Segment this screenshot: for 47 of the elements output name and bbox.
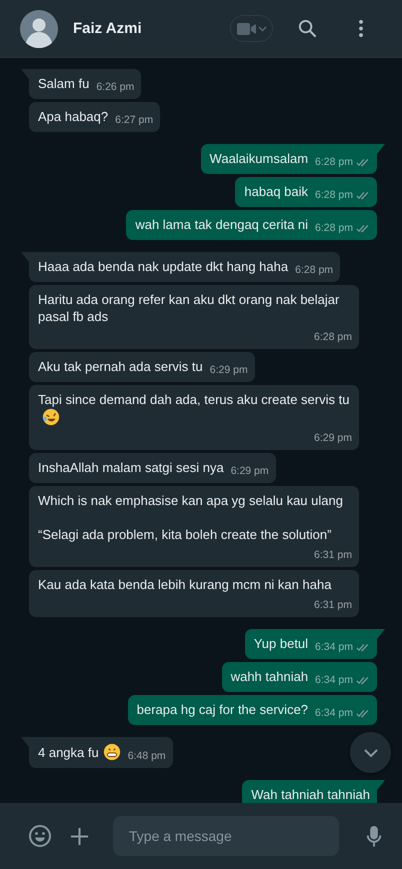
message-time: 6:28 pm bbox=[315, 221, 353, 236]
message-text: Wah tahniah tahniah bbox=[251, 787, 370, 802]
message-time: 6:34 pm bbox=[315, 706, 353, 721]
message-input[interactable]: Type a message bbox=[113, 816, 339, 856]
video-camera-icon bbox=[236, 22, 266, 36]
microphone-icon[interactable] bbox=[366, 824, 382, 848]
message-text: wahh tahniah bbox=[230, 669, 308, 684]
message-text: Which is nak emphasise kan apa yg selalu kau ulang “Selagi ada problem, kita boleh create the solution” bbox=[38, 493, 343, 542]
message-time: 6:28 pm bbox=[295, 263, 334, 278]
contact-name[interactable]: Faiz Azmi bbox=[73, 20, 230, 37]
message-text: Tapi since demand dah ada, terus aku create servis tu bbox=[38, 392, 350, 407]
scroll-down-button[interactable] bbox=[350, 732, 391, 773]
message-time: 6:26 pm bbox=[96, 80, 134, 95]
message-text: Aku tak pernah ada servis tu bbox=[38, 359, 203, 374]
message-time: 6:29 pm bbox=[230, 464, 269, 479]
search-icon[interactable] bbox=[298, 19, 317, 38]
message-time: 6:31 pm bbox=[314, 598, 352, 613]
message-text: Yup betul bbox=[254, 636, 308, 651]
grinning-emoji-icon bbox=[102, 743, 121, 761]
message-text: wah lama tak dengaq cerita ni bbox=[135, 217, 308, 232]
smiley-icon[interactable] bbox=[28, 824, 52, 848]
avatar[interactable] bbox=[20, 10, 58, 48]
message-text: Haaa ada benda nak update dkt hang haha bbox=[38, 259, 288, 274]
message-time: 6:27 pm bbox=[115, 113, 154, 128]
laughing-emoji-icon bbox=[42, 408, 60, 426]
message-text: InshaAllah malam satgi sesi nya bbox=[38, 460, 224, 475]
message-time: 6:29 pm bbox=[314, 431, 352, 446]
message-time: 6:34 pm bbox=[315, 673, 353, 688]
message-time: 6:28 pm bbox=[315, 155, 353, 170]
message-time: 6:31 pm bbox=[314, 548, 352, 563]
message-time: 6:48 pm bbox=[128, 749, 166, 764]
message-text: habaq baik bbox=[244, 184, 308, 199]
message-text: Apa habaq? bbox=[38, 109, 108, 124]
chevron-down-icon bbox=[362, 748, 378, 758]
message-text: Waalaikumsalam bbox=[210, 151, 308, 166]
message-time: 6:29 pm bbox=[210, 363, 248, 378]
message-time: 6:28 pm bbox=[314, 330, 352, 345]
video-call-button[interactable] bbox=[230, 15, 273, 42]
message-text: Haritu ada orang refer kan aku dkt orang nak belajar pasal fb ads bbox=[38, 292, 340, 324]
menu-icon[interactable] bbox=[359, 20, 363, 37]
message-text: 4 angka fu bbox=[38, 745, 99, 760]
message-time: 6:28 pm bbox=[315, 188, 353, 203]
message-time: 6:34 pm bbox=[315, 640, 353, 655]
message-text: Salam fu bbox=[38, 76, 90, 91]
message-text: Kau ada kata benda lebih kurang mcm ni kan haha bbox=[38, 577, 332, 592]
plus-icon[interactable] bbox=[70, 826, 89, 846]
message-text: berapa hg caj for the service? bbox=[136, 702, 308, 717]
